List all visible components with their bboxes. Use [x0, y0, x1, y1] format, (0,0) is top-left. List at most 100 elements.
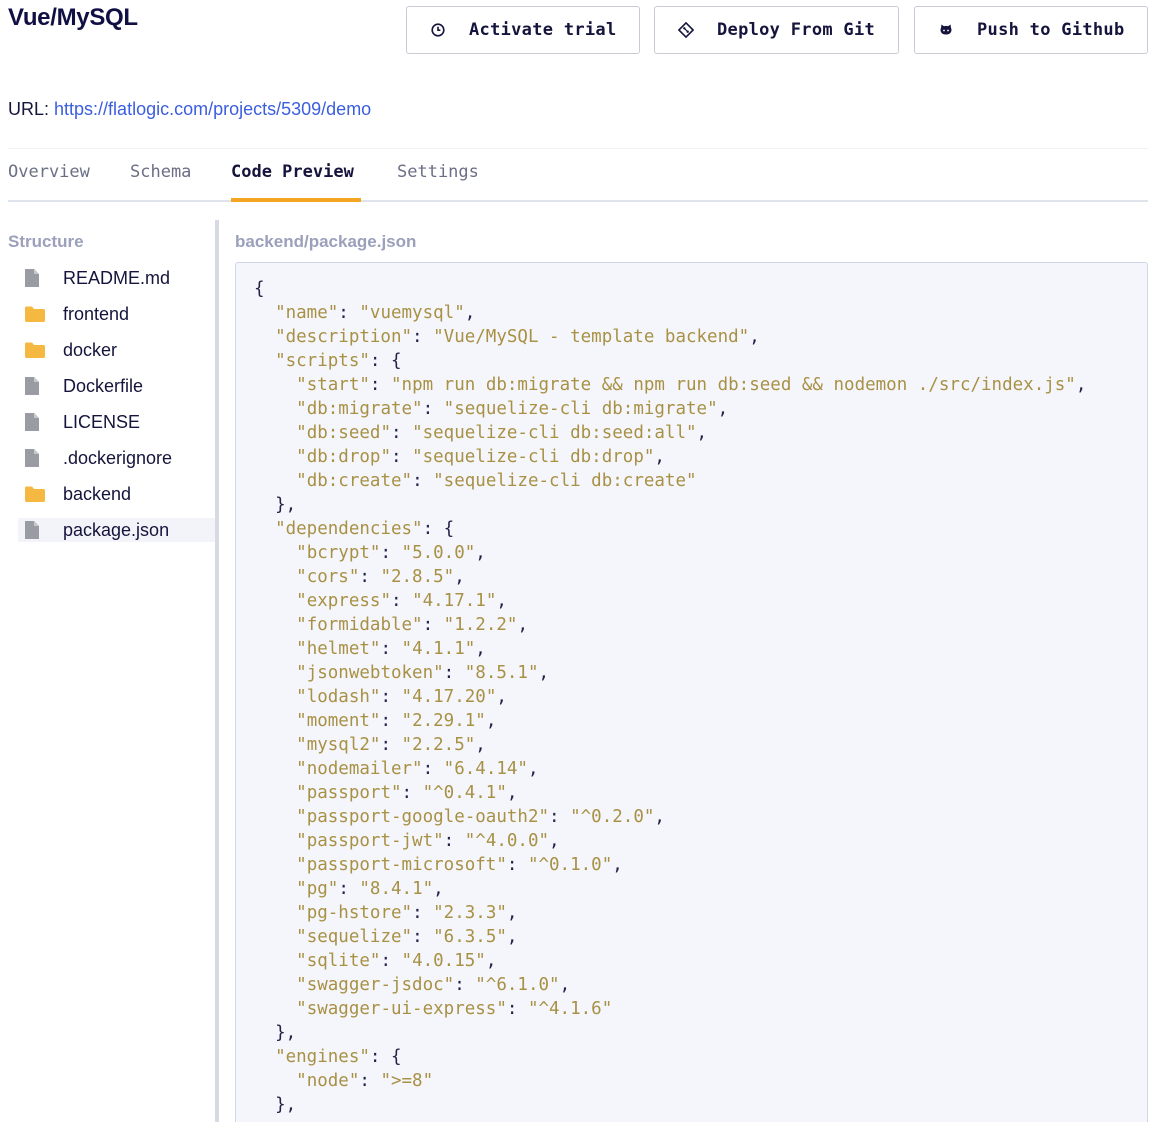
- code-line: "name": "vuemysql",: [254, 301, 1086, 325]
- code-line: "cors": "2.8.5",: [254, 565, 1086, 589]
- active-tab-indicator: [231, 198, 361, 202]
- project-url-link[interactable]: https://flatlogic.com/projects/5309/demo: [54, 99, 371, 119]
- code-token-string: "4.17.1": [412, 591, 497, 611]
- tree-item-dockerfile[interactable]: Dockerfile: [18, 374, 216, 398]
- code-token-punctuation: ,: [454, 567, 465, 587]
- code-preview-panel[interactable]: { "name": "vuemysql", "description": "Vu…: [235, 262, 1148, 1122]
- code-token-string: "swagger-ui-express": [296, 999, 507, 1019]
- code-token-punctuation: :: [390, 423, 413, 443]
- code-token-punctuation: [254, 1071, 296, 1091]
- code-token-punctuation: : {: [369, 1047, 402, 1067]
- code-token-string: "pg-hstore": [296, 903, 413, 923]
- page-title: Vue/MySQL: [8, 4, 138, 31]
- code-token-punctuation: ,: [464, 303, 476, 323]
- code-line: {: [254, 277, 1086, 301]
- code-line: "passport-microsoft": "^0.1.0",: [254, 853, 1086, 877]
- code-token-string: "lodash": [296, 687, 381, 707]
- code-token-punctuation: :: [443, 831, 465, 851]
- code-line: "passport": "^0.4.1",: [254, 781, 1086, 805]
- code-token-punctuation: ,: [506, 783, 518, 803]
- code-token-punctuation: [254, 567, 296, 587]
- code-token-string: "jsonwebtoken": [296, 663, 444, 683]
- code-token-punctuation: :: [359, 567, 381, 587]
- code-token-string: "swagger-jsdoc": [296, 975, 455, 995]
- tab-overview[interactable]: Overview: [8, 162, 90, 182]
- tree-item-license[interactable]: LICENSE: [18, 410, 216, 434]
- code-line: },: [254, 1093, 1086, 1117]
- file-icon: [24, 447, 50, 469]
- url-label: URL:: [8, 99, 50, 119]
- code-token-punctuation: [254, 759, 296, 779]
- push-to-github-label: Push to Github: [977, 20, 1125, 40]
- code-content: { "name": "vuemysql", "description": "Vu…: [254, 277, 1086, 1117]
- code-token-punctuation: },: [254, 1023, 297, 1043]
- git-icon: [677, 21, 695, 39]
- file-icon: [24, 267, 50, 289]
- code-token-string: "mysql2": [296, 735, 381, 755]
- code-token-string: "5.0.0": [401, 543, 476, 563]
- deploy-from-git-label: Deploy From Git: [717, 20, 876, 40]
- code-token-punctuation: :: [359, 1071, 381, 1091]
- deploy-from-git-button[interactable]: Deploy From Git: [654, 6, 899, 54]
- code-token-string: "sequelize-cli db:seed:all": [412, 423, 697, 443]
- tree-item-docker[interactable]: docker: [18, 338, 216, 362]
- code-token-punctuation: {: [254, 279, 265, 299]
- code-token-string: "passport": [296, 783, 402, 803]
- code-token-string: "scripts": [275, 351, 370, 371]
- code-token-punctuation: :: [380, 711, 402, 731]
- code-token-string: "sequelize": [296, 927, 413, 947]
- code-token-punctuation: [254, 471, 296, 491]
- code-token-punctuation: ,: [475, 543, 486, 563]
- code-token-punctuation: ,: [496, 687, 507, 707]
- code-token-punctuation: ,: [475, 735, 486, 755]
- sidebar-divider[interactable]: [215, 220, 219, 1122]
- tree-item-package-json[interactable]: package.json: [18, 518, 216, 542]
- code-line: "pg": "8.4.1",: [254, 877, 1086, 901]
- code-token-string: "sqlite": [296, 951, 381, 971]
- code-line: "passport-google-oauth2": "^0.2.0",: [254, 805, 1086, 829]
- code-token-punctuation: : {: [369, 351, 402, 371]
- code-token-punctuation: :: [380, 687, 402, 707]
- file-icon: [24, 519, 50, 541]
- push-to-github-button[interactable]: Push to Github: [914, 6, 1148, 54]
- structure-heading: Structure: [8, 232, 84, 251]
- code-token-string: "name": [275, 303, 339, 323]
- tree-item-readme[interactable]: README.md: [18, 266, 216, 290]
- code-token-punctuation: :: [380, 735, 402, 755]
- tab-settings[interactable]: Settings: [397, 162, 479, 182]
- code-token-string: "passport-google-oauth2": [296, 807, 550, 827]
- code-token-punctuation: ,: [1075, 375, 1087, 395]
- code-token-string: "helmet": [296, 639, 381, 659]
- code-token-punctuation: ,: [749, 327, 760, 347]
- code-token-punctuation: ,: [506, 903, 518, 923]
- tree-item-backend[interactable]: backend: [18, 482, 216, 506]
- code-token-punctuation: [254, 591, 296, 611]
- code-line: "lodash": "4.17.20",: [254, 685, 1086, 709]
- code-token-punctuation: [254, 447, 296, 467]
- github-icon: [937, 21, 955, 39]
- code-line: "bcrypt": "5.0.0",: [254, 541, 1086, 565]
- code-line: "pg-hstore": "2.3.3",: [254, 901, 1086, 925]
- tree-item-frontend[interactable]: frontend: [18, 302, 216, 326]
- code-token-string: "db:seed": [296, 423, 391, 443]
- code-token-punctuation: :: [390, 447, 413, 467]
- clock-icon: [429, 21, 447, 39]
- folder-icon: [24, 339, 50, 361]
- code-token-string: "^0.2.0": [570, 807, 655, 827]
- tab-schema[interactable]: Schema: [130, 162, 191, 182]
- code-token-string: "express": [296, 591, 391, 611]
- tree-item-label: backend: [63, 483, 132, 504]
- code-token-string: "8.5.1": [464, 663, 539, 683]
- code-token-punctuation: ,: [612, 855, 623, 875]
- code-token-string: "vuemysql": [359, 303, 465, 323]
- tree-item-dockerignore[interactable]: .dockerignore: [18, 446, 216, 470]
- code-token-punctuation: ,: [717, 399, 729, 419]
- code-token-string: "4.0.15": [401, 951, 486, 971]
- code-token-punctuation: ,: [506, 927, 518, 947]
- tab-code-preview[interactable]: Code Preview: [231, 162, 354, 182]
- code-line: "description": "Vue/MySQL - template bac…: [254, 325, 1086, 349]
- code-token-string: "^4.0.0": [464, 831, 550, 851]
- code-token-string: "^6.1.0": [475, 975, 560, 995]
- activate-trial-button[interactable]: Activate trial: [406, 6, 640, 54]
- code-line: "engines": {: [254, 1045, 1086, 1069]
